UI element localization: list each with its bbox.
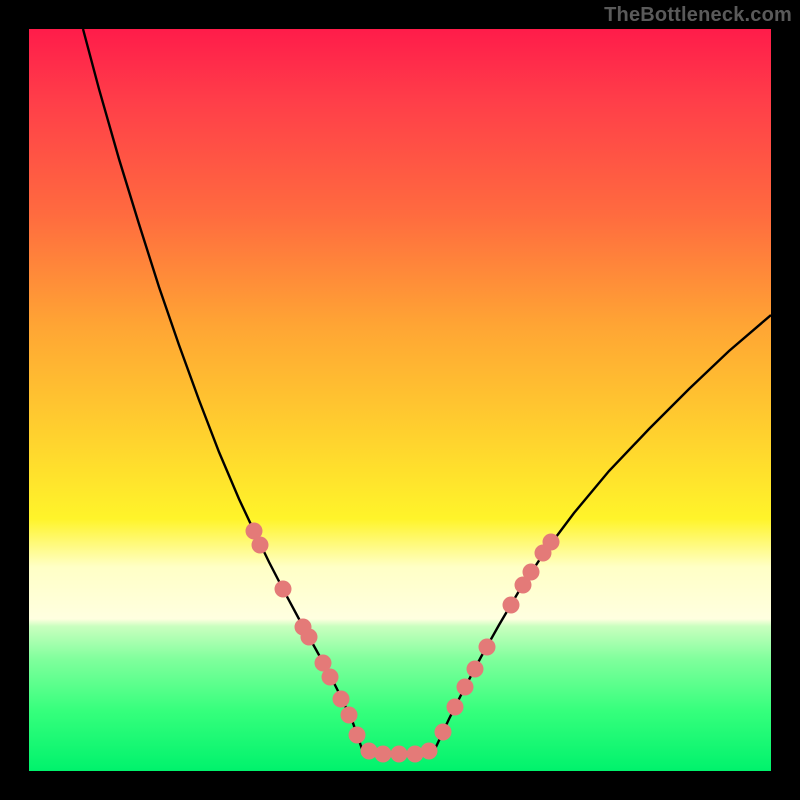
curve-dot (457, 679, 474, 696)
curve-dot (275, 581, 292, 598)
curve-dot (361, 743, 378, 760)
curve-dot (535, 545, 552, 562)
curve-dot (252, 537, 269, 554)
chart-canvas: TheBottleneck.com (0, 0, 800, 800)
curve-dot (301, 629, 318, 646)
curve-dot (315, 655, 332, 672)
curve-dot (295, 619, 312, 636)
curve-dot (246, 523, 263, 540)
curve-dot (515, 577, 532, 594)
curve-dot (322, 669, 339, 686)
curve-dot (391, 746, 408, 763)
curve-dot (467, 661, 484, 678)
curve-dot (421, 743, 438, 760)
gradient-plot-area (29, 29, 771, 771)
curve-dot (407, 746, 424, 763)
curve-dot (341, 707, 358, 724)
curve-dot (503, 597, 520, 614)
curve-dot (479, 639, 496, 656)
curve-dot (543, 534, 560, 551)
curve-dot (375, 746, 392, 763)
curve-overlay (29, 29, 771, 771)
bottleneck-curve (83, 29, 771, 754)
curve-dot (523, 564, 540, 581)
watermark-text: TheBottleneck.com (604, 4, 792, 27)
curve-markers (246, 523, 560, 763)
curve-dot (333, 691, 350, 708)
curve-dot (447, 699, 464, 716)
curve-dot (349, 727, 366, 744)
curve-dot (435, 724, 452, 741)
